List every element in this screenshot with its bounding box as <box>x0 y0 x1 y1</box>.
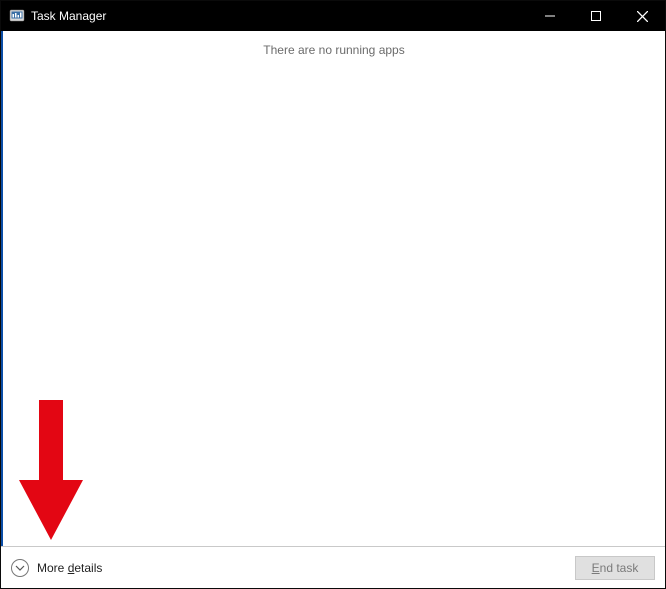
content-area: There are no running apps <box>1 31 665 546</box>
close-button[interactable] <box>619 1 665 31</box>
maximize-button[interactable] <box>573 1 619 31</box>
annotation-arrow-icon <box>19 400 83 540</box>
end-task-accel: E <box>592 561 600 575</box>
minimize-button[interactable] <box>527 1 573 31</box>
footer-bar: More details End task <box>1 546 665 588</box>
chevron-down-icon <box>11 559 29 577</box>
end-task-rest: nd task <box>600 561 639 575</box>
more-details-label: More details <box>37 561 102 575</box>
window-title: Task Manager <box>31 9 106 23</box>
titlebar[interactable]: Task Manager <box>1 1 665 31</box>
end-task-button[interactable]: End task <box>575 556 655 580</box>
more-details-button[interactable]: More details <box>11 559 102 577</box>
app-icon <box>9 8 25 24</box>
empty-state-message: There are no running apps <box>263 43 404 57</box>
task-manager-window: Task Manager There are no running apps M… <box>0 0 666 589</box>
